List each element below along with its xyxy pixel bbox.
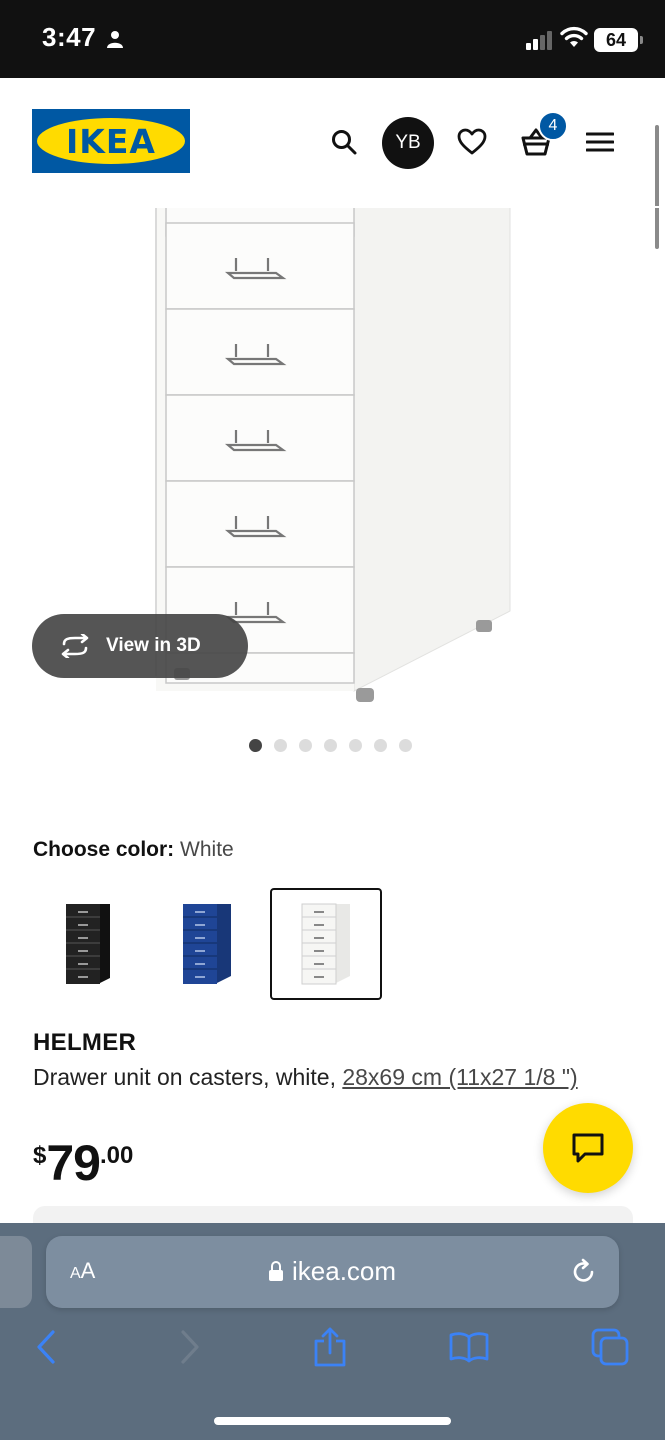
pager-dot[interactable] (399, 739, 412, 752)
back-button[interactable] (24, 1325, 68, 1369)
ikea-logo[interactable]: IKEA (32, 109, 190, 173)
choose-color-label: Choose color: (33, 838, 175, 861)
favorites-button[interactable] (448, 118, 496, 166)
price-decimal: .00 (99, 1142, 134, 1169)
blue-drawer-thumbnail (183, 904, 231, 984)
site-header: IKEA YB 4 (0, 78, 665, 206)
color-option-blue[interactable] (151, 888, 263, 1000)
browser-toolbar: AA ikea.com (0, 1223, 665, 1440)
text-size-large-a: A (80, 1258, 96, 1283)
menu-button[interactable] (576, 118, 624, 166)
chevron-right-icon (181, 1330, 199, 1364)
status-bar: 3:47 64 (0, 0, 665, 78)
cart-count-badge: 4 (538, 111, 568, 141)
heart-icon (457, 128, 487, 155)
product-size-link[interactable]: 28x69 cm (11x27 1/8 ") (342, 1064, 577, 1090)
color-option-white[interactable] (270, 888, 382, 1000)
reload-icon[interactable] (570, 1258, 598, 1286)
view-in-3d-label: View in 3D (106, 635, 201, 656)
signal-icon (526, 31, 552, 50)
view-in-3d-button[interactable]: View in 3D (32, 614, 248, 678)
hamburger-menu-icon (586, 132, 614, 152)
logo-oval: IKEA (37, 118, 185, 164)
text-size-small-a: A (70, 1265, 81, 1282)
home-indicator (214, 1417, 451, 1425)
pager-dot[interactable] (274, 739, 287, 752)
url-text: ikea.com (292, 1256, 397, 1286)
product-name: HELMER (33, 1029, 137, 1056)
search-icon (332, 130, 357, 155)
battery-indicator: 64 (594, 28, 643, 52)
rotate-3d-icon (61, 634, 89, 658)
book-icon (449, 1332, 489, 1363)
price-currency: $ (33, 1142, 47, 1169)
chat-button[interactable] (543, 1103, 633, 1193)
image-pager (249, 739, 412, 752)
wifi-icon (560, 26, 588, 47)
bookmarks-button[interactable] (447, 1325, 491, 1369)
share-button[interactable] (308, 1325, 352, 1369)
price-integer: 79 (46, 1135, 101, 1191)
previous-tab-peek[interactable] (0, 1236, 32, 1308)
pager-dot[interactable] (249, 739, 262, 752)
tabs-button[interactable] (588, 1325, 632, 1369)
share-icon (314, 1327, 346, 1367)
pager-dot[interactable] (349, 739, 362, 752)
pager-dot[interactable] (299, 739, 312, 752)
pager-dot[interactable] (324, 739, 337, 752)
tabs-icon (591, 1328, 629, 1366)
logo-text: IKEA (66, 121, 156, 161)
white-drawer-thumbnail (301, 903, 350, 985)
chat-icon (572, 1133, 604, 1163)
address-bar[interactable]: AA ikea.com (46, 1236, 619, 1308)
color-option-black[interactable] (32, 888, 144, 1000)
avatar[interactable]: YB (382, 117, 434, 169)
pager-dot[interactable] (374, 739, 387, 752)
search-button[interactable] (320, 118, 368, 166)
forward-button[interactable] (168, 1325, 212, 1369)
selected-color-value: White (180, 838, 234, 861)
product-description: Drawer unit on casters, white, 28x69 cm … (33, 1061, 638, 1094)
status-time: 3:47 (42, 22, 97, 52)
lock-icon (269, 1261, 283, 1281)
text-size-button[interactable]: AA (70, 1258, 95, 1284)
person-icon (107, 31, 123, 48)
product-description-text: Drawer unit on casters, white, (33, 1064, 343, 1090)
product-price: $ 79 .00 (33, 1136, 133, 1190)
chevron-left-icon (37, 1330, 55, 1364)
black-drawer-thumbnail (66, 904, 110, 984)
choose-color: Choose color: White (33, 838, 234, 862)
